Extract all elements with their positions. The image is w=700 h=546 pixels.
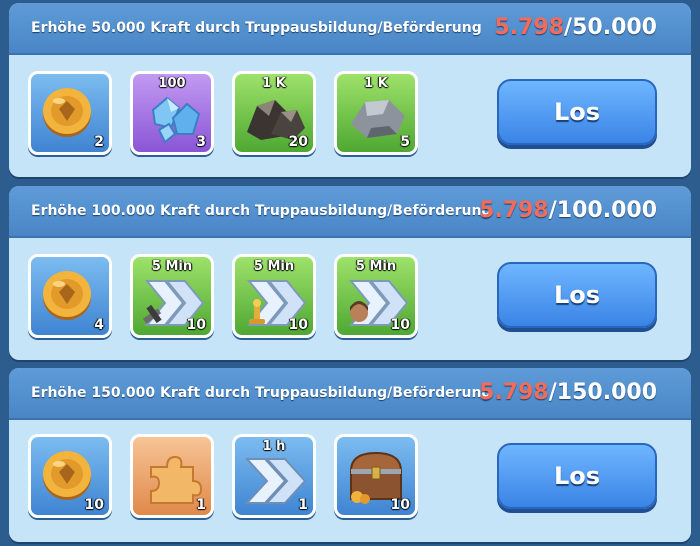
reward-count: 1: [298, 497, 308, 513]
task-progress: 5.798/150.000: [479, 368, 657, 418]
reward-count: 10: [390, 497, 410, 513]
go-button[interactable]: Los: [497, 262, 657, 328]
reward-slot[interactable]: 5 Min 10: [232, 254, 316, 338]
reward-slot[interactable]: 1 K 5: [334, 71, 418, 155]
reward-slot[interactable]: 10: [334, 434, 418, 518]
task-header: Erhöhe 100.000 Kraft durch Truppausbildu…: [9, 186, 691, 238]
task-card: Erhöhe 100.000 Kraft durch Truppausbildu…: [9, 186, 691, 360]
task-card: Erhöhe 150.000 Kraft durch Truppausbildu…: [9, 368, 691, 542]
task-header: Erhöhe 50.000 Kraft durch Truppausbildun…: [9, 3, 691, 55]
reward-count: 4: [94, 317, 104, 333]
reward-count: 10: [288, 317, 308, 333]
reward-amount-label: 1 K: [364, 76, 388, 91]
reward-slot[interactable]: 10: [28, 434, 112, 518]
progress-goal: 100.000: [556, 198, 657, 223]
progress-current: 5.798: [494, 15, 565, 40]
reward-slot[interactable]: 1 K 20: [232, 71, 316, 155]
reward-count: 2: [94, 134, 104, 150]
reward-slot[interactable]: 100 3: [130, 71, 214, 155]
go-button[interactable]: Los: [497, 79, 657, 145]
task-header: Erhöhe 150.000 Kraft durch Truppausbildu…: [9, 368, 691, 420]
reward-amount-label: 5 Min: [151, 259, 193, 274]
reward-slot[interactable]: 5 Min 10: [334, 254, 418, 338]
task-progress: 5.798/100.000: [479, 186, 657, 236]
reward-slot[interactable]: 5 Min 10: [130, 254, 214, 338]
task-title: Erhöhe 150.000 Kraft durch Truppausbildu…: [31, 385, 492, 401]
reward-slot[interactable]: 4: [28, 254, 112, 338]
reward-count: 3: [196, 134, 206, 150]
reward-slot[interactable]: 1 h 1: [232, 434, 316, 518]
progress-current: 5.798: [479, 198, 549, 223]
reward-count: 1: [196, 497, 206, 513]
reward-count: 5: [400, 134, 410, 150]
progress-separator: /: [548, 198, 557, 223]
go-button[interactable]: Los: [497, 443, 657, 509]
progress-goal: 50.000: [572, 15, 657, 40]
reward-count: 10: [84, 497, 104, 513]
reward-count: 10: [186, 317, 206, 333]
task-progress: 5.798/50.000: [494, 3, 657, 53]
task-title: Erhöhe 50.000 Kraft durch Truppausbildun…: [31, 20, 482, 36]
progress-current: 5.798: [479, 380, 549, 405]
reward-slot[interactable]: 2: [28, 71, 112, 155]
reward-amount-label: 1 h: [262, 439, 286, 454]
progress-separator: /: [548, 380, 557, 405]
reward-amount-label: 100: [158, 76, 186, 91]
progress-goal: 150.000: [556, 380, 657, 405]
reward-amount-label: 1 K: [262, 76, 286, 91]
task-card: Erhöhe 50.000 Kraft durch Truppausbildun…: [9, 3, 691, 177]
reward-amount-label: 5 Min: [355, 259, 397, 274]
reward-count: 20: [288, 134, 308, 150]
progress-separator: /: [564, 15, 573, 40]
task-title: Erhöhe 100.000 Kraft durch Truppausbildu…: [31, 203, 492, 219]
reward-count: 10: [390, 317, 410, 333]
reward-amount-label: 5 Min: [253, 259, 295, 274]
reward-slot[interactable]: 1: [130, 434, 214, 518]
